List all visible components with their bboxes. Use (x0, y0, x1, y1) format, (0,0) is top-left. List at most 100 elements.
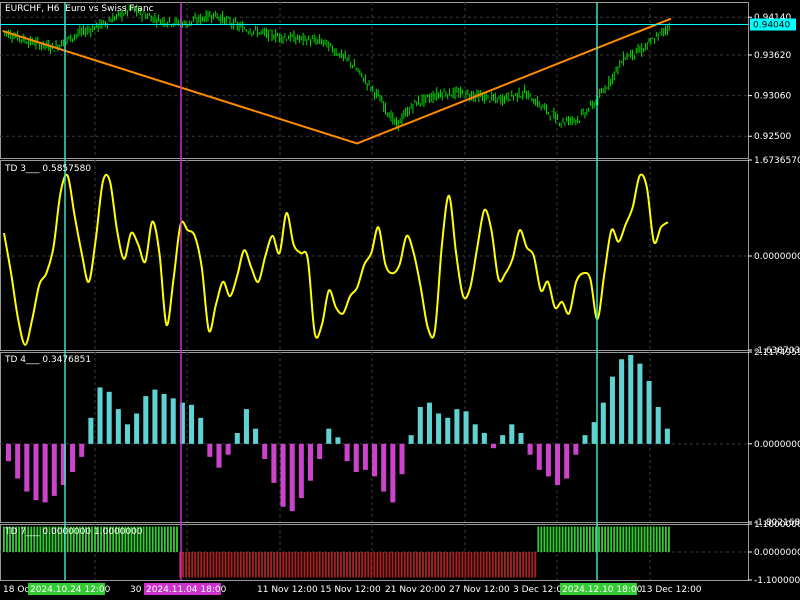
td7-bar (628, 526, 631, 552)
td7-bar (346, 552, 348, 578)
td7-bar (582, 526, 585, 552)
td7-bar (467, 552, 470, 578)
price-axis: 0.941400.936200.930600.925001.67365700.0… (748, 13, 800, 586)
td4-bar (307, 443, 314, 481)
td4-bar (472, 424, 478, 444)
td7-bar (321, 552, 324, 578)
td4-bar (600, 402, 606, 444)
td4-bar (15, 443, 21, 479)
td7-bar (613, 526, 616, 552)
td4-bar (646, 380, 652, 444)
td4-bar (655, 406, 661, 444)
td7-bar (349, 552, 351, 578)
td7-bar (327, 552, 330, 578)
td7-bar (315, 552, 318, 578)
td7-bar (513, 552, 515, 578)
td7-bar (546, 526, 549, 552)
td7-bar (455, 552, 458, 578)
td7-bar (151, 526, 154, 552)
td7-bar (558, 526, 561, 552)
time-label-2: 11 Nov 12:00 (257, 585, 318, 595)
td7-bar (664, 526, 667, 552)
td4-bar (490, 443, 497, 449)
td4-bar (344, 443, 350, 462)
td4-bar (70, 443, 76, 473)
td4-bar (573, 443, 579, 455)
td7-bar (607, 526, 610, 552)
td7-bar (528, 552, 531, 578)
price-panel[interactable] (0, 2, 749, 159)
time-highlight-label-1: 2024.11.04 18:00 (146, 585, 227, 595)
td4-bar (253, 428, 259, 444)
td7-bar (479, 552, 482, 578)
td4-title: TD 4___ 0.3476851 (5, 355, 92, 365)
td7-bar (291, 552, 294, 578)
td7-bar (443, 552, 446, 578)
td4-bar (582, 435, 588, 444)
td7-bar (579, 526, 582, 552)
td7-bar (333, 552, 336, 578)
td4-bar (115, 409, 121, 444)
td7-bar (525, 552, 528, 578)
td7-bar (446, 552, 449, 578)
td7-bar (403, 552, 406, 578)
td7-bar (258, 552, 260, 578)
td7-bar (640, 526, 643, 552)
td7-bar (182, 552, 184, 578)
td7-bar (449, 552, 452, 578)
td4-bar (243, 409, 249, 444)
td7-bar (318, 552, 321, 578)
td7-bar (661, 526, 664, 552)
price-axis-label-1: 0.93620 (754, 51, 791, 61)
td3-axis-label-0: 1.6736570 (754, 156, 800, 166)
td7-bar (340, 552, 342, 578)
price-axis-label-2: 0.93060 (754, 92, 791, 102)
td7-bar (500, 552, 503, 578)
td4-bar (298, 443, 304, 499)
td7-bar (361, 552, 364, 578)
time-highlight-label-2: 2024.12.10 18:00 (562, 585, 643, 595)
td3-panel[interactable] (0, 160, 749, 351)
td7-bar (464, 552, 467, 578)
td7-bar (412, 552, 415, 578)
time-axis: 18 Oct 30 11 Nov 12:00 15 Nov 12:00 21 Nov 2… (3, 583, 702, 595)
td7-bar (367, 552, 370, 578)
td7-bar (491, 552, 494, 578)
td4-bar (106, 391, 112, 444)
td7-bar (273, 552, 276, 578)
td4-bar (24, 443, 30, 492)
td7-bar (230, 552, 233, 578)
td7-bar (619, 526, 622, 552)
td7-bar (145, 526, 148, 552)
td7-bar (163, 526, 166, 552)
td4-axis-label-0: 2.1174959 (754, 348, 800, 358)
time-label-5: 27 Nov 12:00 (449, 585, 510, 595)
trading-chart[interactable]: 0.941400.936200.930600.925001.67365700.0… (0, 0, 800, 600)
td4-bar (271, 443, 277, 483)
td4-bar (362, 443, 368, 470)
td7-bar (488, 552, 491, 578)
td4-bar (619, 359, 625, 444)
td7-bar (589, 526, 591, 552)
td7-bar (555, 526, 558, 552)
td4-bar (207, 443, 213, 457)
td4-bar (390, 443, 396, 503)
td7-bar (288, 552, 291, 578)
td7-bar (592, 526, 594, 552)
td4-bar (436, 413, 442, 444)
td7-bar (516, 552, 518, 578)
td7-bar (418, 552, 421, 578)
td7-bar (352, 552, 355, 578)
td7-bar (440, 552, 443, 578)
td4-panel[interactable] (0, 352, 749, 523)
td7-bar (355, 552, 358, 578)
td7-bar (382, 552, 385, 578)
td7-bar (564, 526, 567, 552)
td7-bar (458, 552, 461, 578)
td4-bar (527, 443, 533, 455)
td7-bar (549, 526, 552, 552)
td7-bar (415, 552, 418, 578)
td7-bar (397, 552, 400, 578)
td4-bar (152, 389, 158, 444)
td7-bar (534, 552, 537, 578)
